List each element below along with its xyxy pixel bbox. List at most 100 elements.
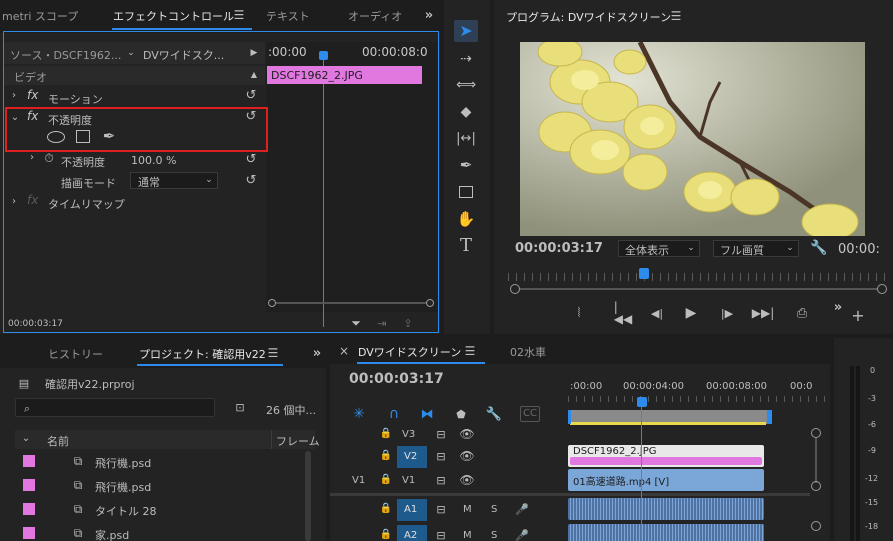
play-icon[interactable]: ▶ <box>682 304 700 322</box>
pen-tool-icon[interactable]: ✒ <box>454 154 478 176</box>
project-scrollbar[interactable] <box>305 451 311 541</box>
pen-mask-icon[interactable]: ✒ <box>100 127 118 145</box>
sync-lock-icon[interactable]: ⊟ <box>434 473 448 487</box>
program-scroll-right[interactable] <box>877 284 887 294</box>
opacity-value[interactable]: 100.0 % <box>131 154 176 167</box>
search-input[interactable]: ⌕ <box>15 398 215 417</box>
sort-chevron-icon[interactable]: ⌄ <box>20 433 32 445</box>
mark-in-icon[interactable]: ⦚ <box>570 305 588 321</box>
filter-icon[interactable]: ⏷ <box>349 316 363 330</box>
zoom-select[interactable]: 全体表示 ⌄ <box>618 240 700 257</box>
quality-select[interactable]: フル画質 ⌄ <box>713 240 799 257</box>
chevron-down-icon[interactable]: ⌄ <box>125 47 137 59</box>
tab-02-watermill[interactable]: 02水車 <box>510 344 546 360</box>
collapse-triangle-icon[interactable]: ▲ <box>249 70 259 80</box>
type-tool-icon[interactable]: T <box>454 234 478 258</box>
microphone-icon[interactable]: 🎤 <box>515 528 529 541</box>
clip-a2[interactable] <box>568 524 764 541</box>
microphone-icon[interactable]: 🎤 <box>515 502 529 516</box>
clip-a1[interactable] <box>568 498 764 520</box>
selection-tool-icon[interactable]: ➤ <box>454 20 478 42</box>
snap-magnet-icon[interactable]: ∩ <box>385 406 403 422</box>
list-item[interactable]: ⧉ 飛行機.psd <box>15 450 305 472</box>
timeline-vscroll-audio[interactable] <box>811 521 821 531</box>
tab-text[interactable]: テキスト <box>266 8 310 24</box>
track-name[interactable]: V3 <box>402 429 415 440</box>
timeline-vscroll-top[interactable] <box>811 428 821 438</box>
track-select-tool-icon[interactable]: ⇢ <box>454 48 478 70</box>
source-patch[interactable]: V1 <box>352 475 365 486</box>
reset-icon[interactable]: ↺ <box>243 108 259 124</box>
sync-lock-icon[interactable]: ⊟ <box>434 427 448 441</box>
stopwatch-icon[interactable]: ⏱ <box>42 151 56 165</box>
col-name[interactable]: 名前 <box>47 433 69 449</box>
lock-icon[interactable]: 🔒 <box>380 449 392 463</box>
slip-tool-icon[interactable]: |↔| <box>454 127 478 149</box>
wrench-icon[interactable]: 🔧 <box>810 239 828 257</box>
razor-tool-icon[interactable]: ◆ <box>454 101 478 123</box>
timeline-playhead-handle[interactable] <box>637 397 647 407</box>
track-name[interactable]: V2 <box>404 451 417 462</box>
overflow-chevron-icon[interactable]: » <box>422 8 436 22</box>
step-back-icon[interactable]: ◀| <box>648 305 666 321</box>
lock-icon[interactable]: 🔒 <box>380 502 392 516</box>
add-button-icon[interactable]: + <box>850 308 866 324</box>
track-name[interactable]: A2 <box>404 530 417 541</box>
ripple-edit-tool-icon[interactable]: ⟺ <box>454 74 478 96</box>
motion-label[interactable]: モーション <box>48 91 103 107</box>
sync-lock-icon[interactable]: ⊟ <box>434 502 448 516</box>
lock-icon[interactable]: 🔒 <box>380 427 392 441</box>
param-expand-chevron-icon[interactable]: › <box>27 152 37 164</box>
panel-menu-icon[interactable]: ☰ <box>669 9 683 23</box>
eye-icon[interactable]: 👁 <box>459 449 475 463</box>
track-name[interactable]: V1 <box>402 475 415 486</box>
list-item[interactable]: ⧉ 飛行機.psd <box>15 474 305 496</box>
go-to-in-icon[interactable]: |◀◀ <box>614 301 632 325</box>
rectangle-mask-icon[interactable] <box>76 130 90 143</box>
linked-selection-icon[interactable]: ⧓ <box>418 406 436 422</box>
scroll-handle-left[interactable] <box>268 299 276 307</box>
time-remap-label[interactable]: タイムリマップ <box>48 196 125 212</box>
play-arrow-icon[interactable]: ▶ <box>249 47 259 59</box>
expand-chevron-down-icon[interactable]: ⌄ <box>10 112 20 124</box>
program-timecode[interactable]: 00:00:03:17 <box>515 241 603 256</box>
solo-button[interactable]: S <box>491 530 497 541</box>
step-forward-icon[interactable]: |▶ <box>718 305 736 321</box>
list-item[interactable]: ⧉ タイトル 28 <box>15 498 305 520</box>
reset-icon[interactable]: ↺ <box>243 151 259 167</box>
track-name[interactable]: A1 <box>404 504 417 515</box>
sync-lock-icon[interactable]: ⊟ <box>434 449 448 463</box>
panel-menu-icon[interactable]: ☰ <box>463 344 477 358</box>
mute-button[interactable]: M <box>463 530 472 541</box>
sequence-label[interactable]: DVワイドスク... <box>143 47 224 63</box>
eye-icon[interactable]: 👁 <box>459 473 475 487</box>
mute-button[interactable]: M <box>463 504 472 515</box>
wrench-icon[interactable]: 🔧 <box>485 406 503 422</box>
opacity-label[interactable]: 不透明度 <box>48 112 92 128</box>
solo-button[interactable]: S <box>491 504 497 515</box>
work-area-right-bracket[interactable] <box>767 410 772 424</box>
timeline-timecode[interactable]: 00:00:03:17 <box>349 371 444 387</box>
program-playhead[interactable] <box>639 268 649 279</box>
reset-icon[interactable]: ↺ <box>243 87 259 103</box>
tab-effect-controls[interactable]: エフェクトコントロール <box>113 8 234 24</box>
mini-playhead-handle[interactable] <box>319 51 328 60</box>
reset-icon[interactable]: ↺ <box>243 172 259 188</box>
list-item[interactable]: ⧉ 家.psd <box>15 522 305 541</box>
expand-chevron-icon[interactable]: › <box>9 196 19 208</box>
go-to-out-icon[interactable]: ▶▶| <box>752 305 775 321</box>
hand-tool-icon[interactable]: ✋ <box>454 208 478 230</box>
program-scroll-left[interactable] <box>510 284 520 294</box>
insert-sequence-icon[interactable]: ✳ <box>350 406 368 422</box>
mini-playhead[interactable] <box>323 52 324 327</box>
tab-audio[interactable]: オーディオ <box>348 8 402 24</box>
ellipse-mask-icon[interactable] <box>47 131 65 143</box>
export-frame-icon[interactable]: ⎙ <box>792 304 812 322</box>
overflow-chevron-icon[interactable]: » <box>310 346 324 360</box>
timeline-vscroll-bottom[interactable] <box>811 481 821 491</box>
panel-menu-icon[interactable]: ☰ <box>232 8 246 22</box>
tab-dv-widescreen[interactable]: DVワイドスクリーン <box>358 344 461 360</box>
scroll-handle-right[interactable] <box>426 299 434 307</box>
lock-icon[interactable]: 🔒 <box>380 528 392 541</box>
expand-chevron-icon[interactable]: › <box>9 90 19 102</box>
